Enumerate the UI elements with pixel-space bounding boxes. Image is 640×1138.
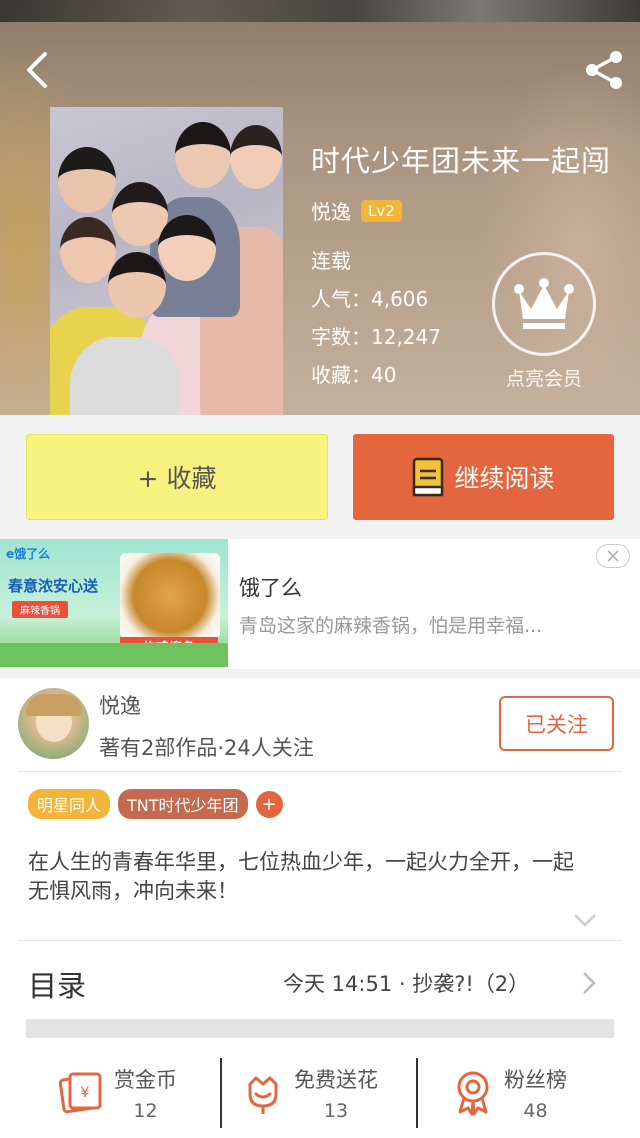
- chevron-down-icon[interactable]: [573, 912, 597, 928]
- author-works-summary: 著有2部作品·24人关注: [99, 736, 314, 760]
- continue-reading-button[interactable]: 继续阅读: [353, 434, 614, 520]
- book-title: 时代少年团未来一起闯: [311, 144, 612, 178]
- ad-close-button[interactable]: [596, 544, 630, 568]
- ad-image[interactable]: e饿了么 春意浓安心送 麻辣香锅 炸鸡柳条: [0, 539, 228, 667]
- add-tag-button[interactable]: +: [255, 790, 283, 818]
- food-image: [120, 553, 220, 639]
- vip-label[interactable]: 点亮会员: [492, 364, 596, 391]
- back-button[interactable]: [16, 48, 56, 92]
- reward-coin-button[interactable]: ¥ 赏金币 12: [58, 1058, 177, 1128]
- divider: [18, 940, 622, 941]
- reward-coin-label: 赏金币: [114, 1068, 177, 1092]
- chevron-right-icon[interactable]: [582, 971, 596, 995]
- cover-figure: [175, 122, 231, 188]
- medal-icon: [457, 1071, 489, 1116]
- fan-ranking-count: 48: [523, 1100, 548, 1122]
- cover-figure: [108, 252, 166, 318]
- book-cover[interactable]: [50, 107, 283, 415]
- send-flower-count: 13: [323, 1100, 349, 1122]
- author-row[interactable]: 悦逸 Lv2: [311, 196, 402, 225]
- send-flower-button[interactable]: 免费送花 13: [242, 1058, 378, 1128]
- separator: [416, 1058, 418, 1128]
- status-bar: [0, 0, 640, 22]
- crown-icon: [514, 278, 574, 329]
- fan-ranking-button[interactable]: 粉丝榜 48: [452, 1058, 567, 1128]
- book-intro: 在人生的青春年华里，七位热血少年，一起火力全开，一起无惧风雨，冲向未来！: [28, 850, 574, 903]
- divider: [18, 771, 622, 772]
- level-badge: Lv2: [361, 199, 402, 222]
- send-flower-label: 免费送花: [294, 1068, 378, 1092]
- avatar-hair: [26, 694, 82, 716]
- ad-grass: [0, 643, 228, 667]
- separator: [220, 1058, 222, 1128]
- ad-headline: 春意浓安心送: [8, 577, 99, 595]
- cover-figure: [158, 215, 216, 281]
- continue-reading-label: 继续阅读: [454, 464, 555, 493]
- vip-button[interactable]: [492, 252, 596, 356]
- action-bar: + 收藏 继续阅读: [0, 415, 640, 539]
- header-glow: [480, 60, 640, 415]
- author-name[interactable]: 悦逸: [311, 196, 351, 225]
- serial-status: 连载: [311, 249, 351, 273]
- chevron-left-icon: [27, 52, 47, 88]
- favorites-count: 收藏：40: [311, 363, 397, 387]
- author-card-name[interactable]: 悦逸: [99, 690, 141, 720]
- cover-figure: [70, 337, 180, 415]
- cover-figure: [60, 217, 116, 283]
- section-divider-bar: [26, 1019, 614, 1038]
- tag-tnt[interactable]: TNT时代少年团: [118, 789, 248, 819]
- fan-ranking-label: 粉丝榜: [504, 1068, 567, 1092]
- toc-label[interactable]: 目录: [28, 963, 86, 1005]
- cover-figure: [58, 147, 116, 213]
- ad-subline: 麻辣香锅: [12, 601, 68, 618]
- collect-label: + 收藏: [137, 464, 217, 493]
- follow-label: 已关注: [525, 712, 588, 737]
- ad-description[interactable]: 青岛这家的麻辣香锅，怕是用幸福...: [239, 611, 619, 638]
- reward-coin-icon: ¥: [58, 1072, 102, 1114]
- tag-star-fanfic[interactable]: 明星同人: [28, 789, 111, 819]
- avatar[interactable]: [18, 688, 89, 759]
- follow-button[interactable]: 已关注: [499, 696, 614, 751]
- cover-figure: [230, 125, 282, 189]
- word-count: 字数：12,247: [311, 325, 441, 349]
- latest-chapter[interactable]: 今天 14:51 · 抄袭?!（2）: [283, 968, 529, 998]
- tag-list: 明星同人 TNT时代少年团 +: [28, 789, 283, 819]
- share-icon[interactable]: [580, 46, 628, 94]
- reward-coin-count: 12: [133, 1100, 158, 1122]
- ad-banner[interactable]: e饿了么 春意浓安心送 麻辣香锅 炸鸡柳条: [0, 539, 640, 669]
- ad-title[interactable]: 饿了么: [239, 572, 302, 602]
- book-icon: [413, 457, 444, 497]
- svg-text:¥: ¥: [81, 1085, 90, 1101]
- popularity-count: 人气：4,606: [311, 287, 429, 311]
- flower-icon: [248, 1076, 278, 1114]
- collect-button[interactable]: + 收藏: [26, 434, 328, 520]
- book-header: 时代少年团未来一起闯 悦逸 Lv2 连载 人气：4,606 字数：12,247 …: [0, 0, 640, 415]
- close-icon: [607, 550, 619, 562]
- ad-brand: e饿了么: [6, 547, 51, 561]
